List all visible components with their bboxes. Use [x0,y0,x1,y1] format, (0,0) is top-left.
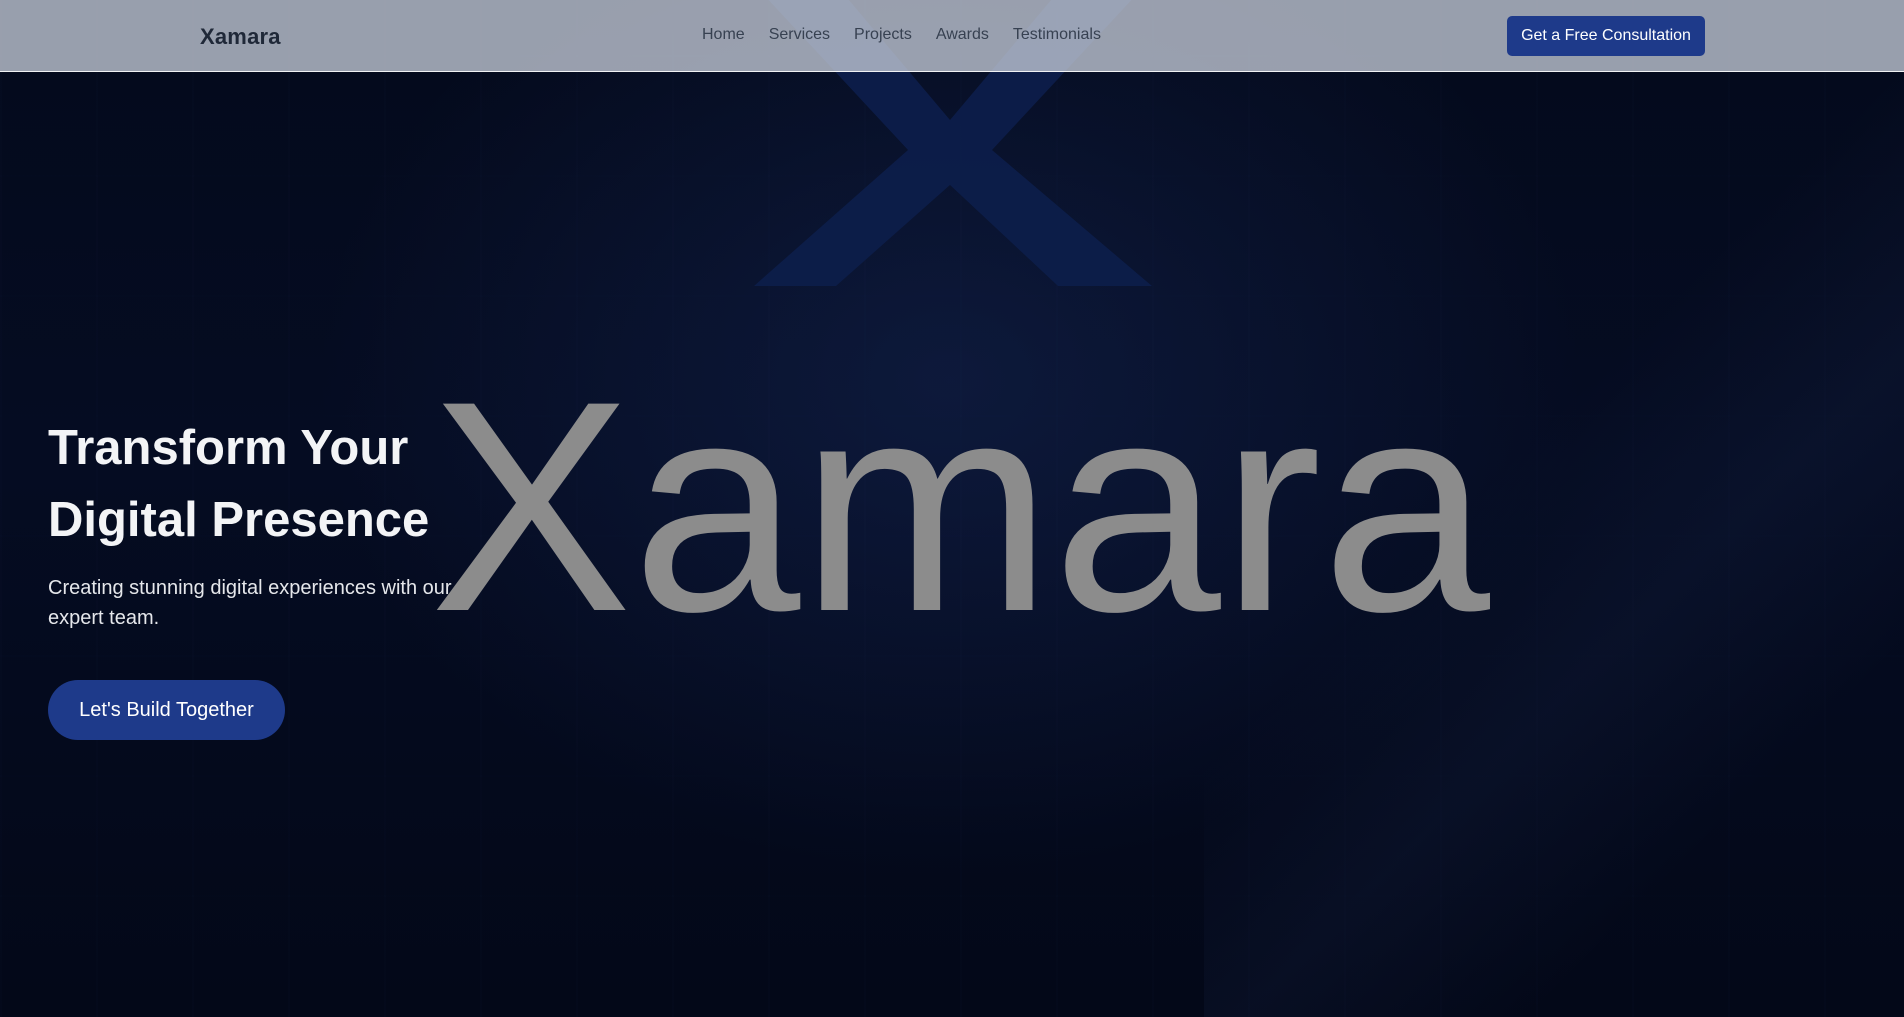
nav-link-testimonials[interactable]: Testimonials [1013,26,1101,44]
nav-link-awards[interactable]: Awards [936,26,989,44]
hero-title-line-1: Transform Your [48,421,409,475]
nav-links: Home Services Projects Awards Testimonia… [702,26,1101,44]
hero-title-line-2: Digital Presence [48,493,430,547]
hero-section: Xamara Transform Your Digital Presence C… [0,0,1904,1017]
hero-title: Transform Your Digital Presence [48,412,608,556]
free-consultation-button[interactable]: Get a Free Consultation [1507,16,1705,56]
nav-link-projects[interactable]: Projects [854,26,912,44]
landing-page: Xamara Transform Your Digital Presence C… [0,0,1904,1017]
brand-logo[interactable]: Xamara [200,24,281,50]
nav-link-home[interactable]: Home [702,26,745,44]
hero-subtitle: Creating stunning digital experiences wi… [48,577,452,629]
top-navbar: Xamara Home Services Projects Awards Tes… [0,0,1904,72]
nav-link-services[interactable]: Services [769,26,830,44]
lets-build-together-button[interactable]: Let's Build Together [48,680,285,740]
